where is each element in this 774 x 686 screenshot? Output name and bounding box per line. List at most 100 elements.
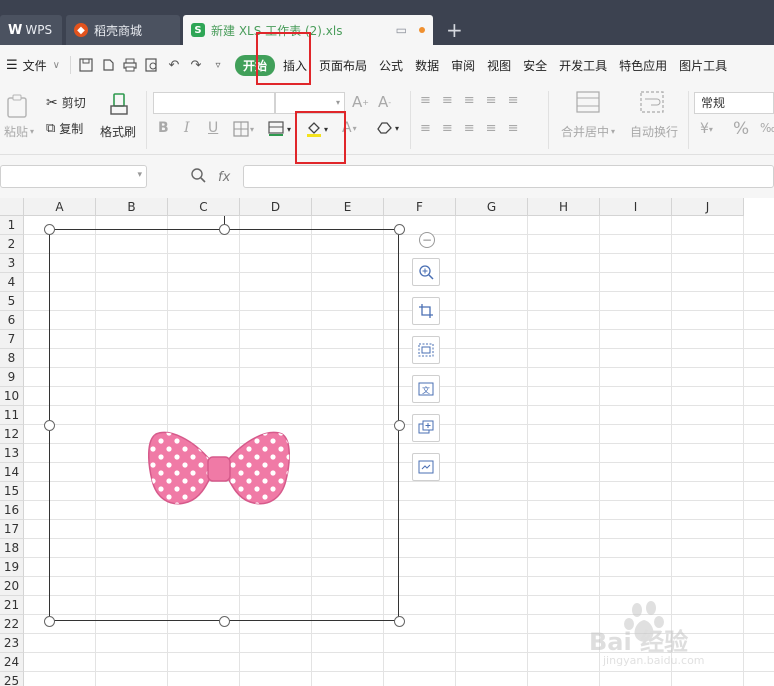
row-header[interactable]: 21 [0,596,24,615]
redo-icon[interactable]: ↷ [185,54,207,76]
selected-picture-frame[interactable] [49,229,399,621]
bold-button[interactable]: B [158,120,169,136]
tab-data[interactable]: 数据 [409,57,445,74]
row-header[interactable]: 5 [0,292,24,311]
monitor-icon[interactable]: ▭ [396,23,407,37]
row-header[interactable]: 22 [0,615,24,634]
zoom-search-icon[interactable] [190,167,206,187]
tab-picture-tools[interactable]: 图片工具 [673,57,733,74]
tab-wps[interactable]: W WPS [0,15,62,45]
pink-bow-image[interactable] [148,428,290,510]
row-header[interactable]: 4 [0,273,24,292]
row-header[interactable]: 13 [0,444,24,463]
row-header[interactable]: 19 [0,558,24,577]
resize-handle-top[interactable] [219,224,230,235]
new-tab-button[interactable]: + [446,17,463,43]
paste-button[interactable]: 粘贴 ▾ [4,123,34,140]
wrap-text-icon[interactable] [640,91,664,113]
replace-picture-icon[interactable] [412,453,440,481]
row-header[interactable]: 8 [0,349,24,368]
vertical-align-icons[interactable]: ≡≡≡≡≡ [420,93,529,108]
row-header[interactable]: 3 [0,254,24,273]
comma-style-icon[interactable]: ‰ [760,121,774,135]
column-header[interactable]: E [312,198,384,216]
tab-special[interactable]: 特色应用 [613,57,673,74]
undo-icon[interactable]: ↶ [163,54,185,76]
crop-icon[interactable] [412,297,440,325]
picture-effects-icon[interactable] [412,336,440,364]
tab-review[interactable]: 审阅 [445,57,481,74]
column-header[interactable]: A [24,198,96,216]
export-icon[interactable] [97,54,119,76]
row-header[interactable]: 2 [0,235,24,254]
tab-developer[interactable]: 开发工具 [553,57,613,74]
formula-input[interactable] [243,165,774,188]
row-header[interactable]: 14 [0,463,24,482]
resize-handle-right[interactable] [394,420,405,431]
eraser-icon[interactable]: ▾ [376,120,399,136]
row-header[interactable]: 17 [0,520,24,539]
merge-cells-icon[interactable] [576,91,600,113]
fx-button[interactable]: fx [218,170,230,185]
row-header[interactable]: 20 [0,577,24,596]
underline-button[interactable]: U [208,120,218,136]
wrap-text-button[interactable]: 自动换行 [630,123,678,140]
print-preview-icon[interactable] [141,54,163,76]
row-header[interactable]: 12 [0,425,24,444]
cut-button[interactable]: ✂ 剪切 [46,94,86,111]
row-header[interactable]: 15 [0,482,24,501]
row-header[interactable]: 1 [0,216,24,235]
column-header[interactable]: C [168,198,240,216]
extract-text-icon[interactable]: 文 [412,375,440,403]
row-header[interactable]: 16 [0,501,24,520]
row-header[interactable]: 7 [0,330,24,349]
row-header[interactable]: 6 [0,311,24,330]
add-picture-icon[interactable] [412,414,440,442]
print-icon[interactable] [119,54,141,76]
name-box[interactable]: ▾ [0,165,147,188]
font-name-select[interactable] [153,92,275,114]
decrease-font-icon[interactable]: A- [378,93,391,111]
number-format-select[interactable]: 常规 [694,92,774,114]
collapse-icon[interactable]: − [419,232,435,248]
tab-page-layout[interactable]: 页面布局 [313,57,373,74]
paste-icon[interactable] [4,93,30,119]
resize-handle-bottom-right[interactable] [394,616,405,627]
column-header[interactable]: J [672,198,744,216]
increase-font-icon[interactable]: A + [352,93,369,111]
resize-handle-bottom-left[interactable] [44,616,55,627]
italic-button[interactable]: I [184,120,190,136]
row-header[interactable]: 24 [0,653,24,672]
resize-handle-top-left[interactable] [44,224,55,235]
row-header[interactable]: 10 [0,387,24,406]
currency-icon[interactable]: ¥ ▾ [700,121,713,137]
format-painter-button[interactable]: 格式刷 [100,123,136,140]
row-header[interactable]: 25 [0,672,24,686]
tab-formulas[interactable]: 公式 [373,57,409,74]
percent-button[interactable]: % [733,119,749,139]
format-painter-icon[interactable] [106,91,132,117]
tab-security[interactable]: 安全 [517,57,553,74]
border-icon[interactable]: ▾ [233,121,254,137]
save-icon[interactable] [75,54,97,76]
column-header[interactable]: D [240,198,312,216]
select-all-corner[interactable] [0,198,24,216]
tab-store[interactable]: ◆ 稻壳商城 [66,15,180,45]
resize-handle-bottom[interactable] [219,616,230,627]
zoom-in-icon[interactable] [412,258,440,286]
copy-button[interactable]: ⧉ 复制 [46,120,83,137]
resize-handle-top-right[interactable] [394,224,405,235]
column-header[interactable]: B [96,198,168,216]
resize-handle-left[interactable] [44,420,55,431]
cell-style-icon[interactable]: ▾ [268,121,291,137]
horizontal-align-icons[interactable]: ≡≡≡≡≡ [420,121,529,136]
column-header[interactable]: F [384,198,456,216]
row-header[interactable]: 9 [0,368,24,387]
row-header[interactable]: 23 [0,634,24,653]
row-header[interactable]: 18 [0,539,24,558]
column-header[interactable]: G [456,198,528,216]
merge-center-button[interactable]: 合并居中 ▾ [561,123,615,140]
customize-dropdown-icon[interactable]: ▿ [207,54,229,76]
column-header[interactable]: I [600,198,672,216]
file-menu[interactable]: ☰ 文件 ∨ [0,57,66,74]
